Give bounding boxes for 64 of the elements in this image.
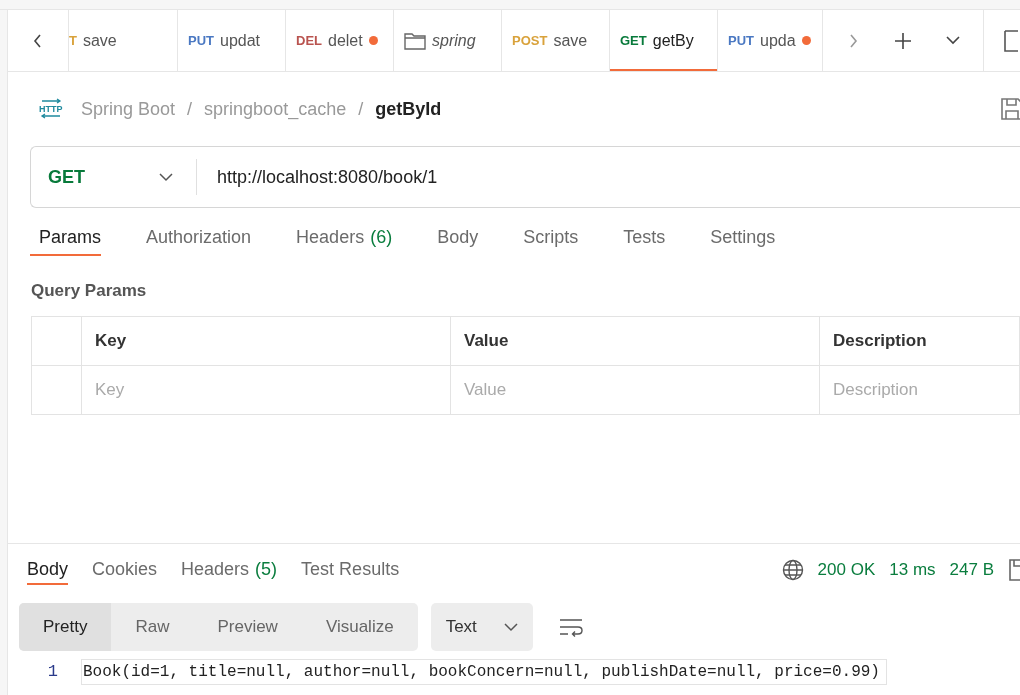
breadcrumb-item: getById — [375, 97, 442, 121]
active-indicator — [27, 583, 69, 585]
request-tab[interactable]: DEL delet — [285, 10, 393, 71]
tab[interactable]: Body — [27, 544, 69, 595]
tab-title: spring — [432, 30, 476, 51]
chevron-down-icon — [159, 172, 173, 182]
tab-title: updat — [220, 30, 261, 51]
tab[interactable]: Tests — [614, 208, 666, 266]
chevron-left-icon — [33, 33, 43, 48]
response-size: 247 B — [949, 558, 994, 581]
view-mode-button[interactable]: Visualize — [301, 603, 418, 651]
format-dropdown[interactable]: Text — [430, 603, 533, 651]
folder-icon — [404, 31, 426, 50]
method-label: GET — [620, 31, 647, 50]
tab-title: save — [553, 30, 588, 51]
request-tab[interactable]: spring — [393, 10, 501, 71]
tab[interactable]: Cookies — [92, 544, 158, 595]
globe-icon — [781, 558, 804, 581]
request-tab[interactable]: T save — [69, 10, 177, 71]
tab[interactable]: Body — [428, 208, 479, 266]
breadcrumb-separator: / — [358, 97, 364, 121]
url-field[interactable]: http://localhost:8080/book/1 — [197, 163, 438, 191]
tab[interactable]: Test Results — [301, 544, 400, 595]
active-indicator — [30, 254, 101, 256]
wrap-lines-icon[interactable] — [558, 617, 583, 637]
document-icon[interactable] — [1004, 29, 1018, 52]
request-tab[interactable]: PUT updat — [177, 10, 285, 71]
plus-icon — [894, 31, 912, 50]
tab[interactable]: Headers (5) — [181, 544, 278, 595]
section-title: Query Params — [31, 280, 148, 302]
view-mode-button[interactable]: Preview — [193, 603, 302, 651]
request-tab[interactable]: PUT upda — [717, 10, 822, 71]
tab[interactable]: Params — [30, 208, 101, 266]
line-number: 1 — [46, 661, 59, 684]
method-label: PUT — [728, 31, 754, 50]
tab-title: upda — [760, 30, 796, 51]
request-tab[interactable]: POST save — [501, 10, 609, 71]
breadcrumb-item[interactable]: springboot_cache — [204, 95, 347, 123]
view-mode-button[interactable]: Pretty — [19, 603, 112, 651]
method-label: POST — [512, 31, 548, 50]
tab[interactable]: Scripts — [514, 208, 579, 266]
column-header: Value — [451, 317, 820, 366]
status-code: 200 OK — [817, 558, 876, 581]
method-label: PUT — [188, 31, 214, 50]
breadcrumb-item[interactable]: Spring Boot — [81, 95, 176, 123]
tab[interactable]: Settings — [701, 208, 776, 266]
chevron-down-icon — [946, 36, 960, 45]
tab[interactable]: Authorization — [137, 208, 252, 266]
request-tab[interactable]: GET getBy — [609, 10, 717, 71]
column-header: Description — [820, 317, 1020, 366]
tab-title: save — [82, 30, 117, 51]
save-icon[interactable] — [1000, 97, 1020, 121]
breadcrumb-separator: / — [187, 97, 193, 121]
method-dropdown[interactable]: GET — [31, 147, 196, 207]
tab[interactable]: Headers (6) — [287, 208, 393, 266]
response-time: 13 ms — [889, 558, 936, 581]
view-mode-button[interactable]: Raw — [111, 603, 194, 651]
column-header: Key — [82, 317, 451, 366]
chevron-right-icon — [848, 33, 858, 48]
method-label: T — [69, 31, 77, 50]
tab-title: getBy — [652, 30, 694, 51]
chevron-down-icon — [503, 622, 518, 632]
tab-title: delet — [328, 30, 363, 51]
method-label: DEL — [296, 31, 322, 50]
